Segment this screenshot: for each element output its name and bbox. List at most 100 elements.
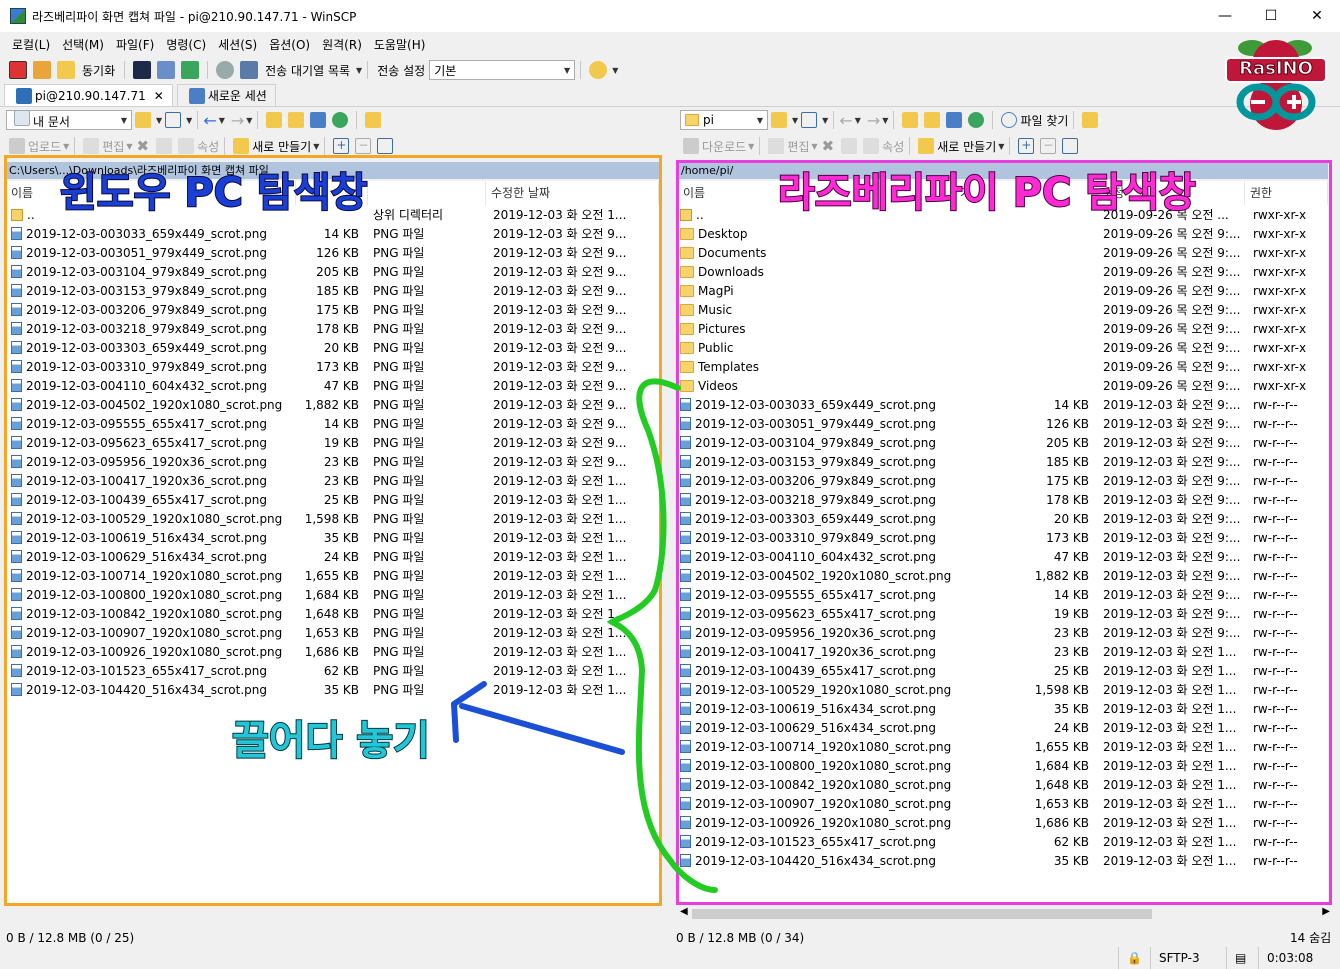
edit-button[interactable]: 편집	[102, 138, 124, 155]
tree-view-icon[interactable]	[365, 112, 382, 128]
home-icon[interactable]	[310, 112, 327, 128]
properties-button[interactable]: 속성	[882, 138, 904, 155]
chevron-down-icon[interactable]: ▼	[356, 66, 362, 75]
right-horizontal-scrollbar[interactable]: ◀ ▶	[678, 906, 1334, 922]
back-arrow-icon[interactable]: ←	[203, 111, 216, 130]
forward-arrow-icon[interactable]: →	[867, 111, 880, 130]
chevron-down-icon[interactable]: ▼	[126, 142, 132, 151]
menu-files[interactable]: 파일(F)	[110, 36, 160, 53]
toolbar-separator	[207, 61, 209, 79]
menu-mark[interactable]: 선택(M)	[56, 36, 110, 53]
right-panel-highlight	[676, 160, 1332, 905]
queue-icon[interactable]	[240, 61, 259, 79]
toolbar-separator	[893, 111, 895, 129]
chevron-down-icon[interactable]: ▼	[63, 142, 69, 151]
right-location-select[interactable]: pi ▼	[680, 110, 768, 130]
synchronize-browsing-icon[interactable]	[33, 61, 51, 79]
drag-drop-annotation: 끌어다 놓기	[231, 717, 431, 765]
upload-button[interactable]: 업로드	[28, 138, 61, 155]
chevron-down-icon[interactable]: ▼	[612, 66, 618, 75]
close-button[interactable]: ✕	[1294, 0, 1340, 32]
back-arrow-icon[interactable]: ←	[839, 111, 852, 130]
refresh-icon[interactable]	[968, 112, 985, 128]
chevron-down-icon[interactable]: ▼	[792, 116, 798, 125]
properties-icon[interactable]	[178, 138, 195, 154]
refresh-icon[interactable]	[332, 112, 349, 128]
parent-directory-icon[interactable]	[902, 112, 919, 128]
menu-session[interactable]: 세션(S)	[212, 36, 263, 53]
toolbar-separator	[833, 111, 835, 129]
new-folder-icon[interactable]	[918, 138, 935, 154]
refresh-session-icon[interactable]	[181, 61, 200, 79]
transfer-settings-select[interactable]: 기본 ▼	[429, 60, 576, 80]
menu-commands[interactable]: 명령(C)	[160, 36, 212, 53]
chevron-down-icon[interactable]: ▼	[313, 142, 319, 151]
folder-icon	[685, 114, 699, 126]
globe-icon[interactable]	[589, 61, 608, 79]
left-location-select[interactable]: 내 문서 ▼	[6, 110, 132, 130]
toolbar-separator	[1009, 137, 1011, 155]
scroll-left-icon[interactable]: ◀	[680, 906, 688, 917]
chevron-down-icon[interactable]: ▼	[219, 116, 225, 125]
synchronize-icon[interactable]	[57, 61, 75, 79]
chevron-down-icon[interactable]: ▼	[822, 116, 828, 125]
download-button[interactable]: 다운로드	[702, 138, 746, 155]
chevron-down-icon[interactable]: ▼	[748, 142, 754, 151]
rename-icon[interactable]	[156, 138, 173, 154]
tree-view-icon[interactable]	[1082, 112, 1099, 128]
chevron-down-icon[interactable]: ▼	[998, 142, 1004, 151]
properties-button[interactable]: 속성	[197, 138, 219, 155]
edit-icon[interactable]	[83, 138, 100, 154]
menu-local[interactable]: 로컬(L)	[6, 36, 56, 53]
scroll-right-icon[interactable]: ▶	[1322, 906, 1330, 917]
open-folder-icon[interactable]	[771, 112, 787, 128]
new-button[interactable]: 새로 만들기	[252, 138, 311, 155]
home-icon[interactable]	[946, 112, 963, 128]
synchronize-button[interactable]: 동기화	[82, 62, 115, 79]
root-directory-icon[interactable]	[288, 112, 305, 128]
rename-icon[interactable]	[841, 138, 858, 154]
find-files-button[interactable]: 파일 찾기	[1020, 112, 1068, 129]
gear-icon[interactable]	[216, 61, 235, 79]
edit-icon[interactable]	[768, 138, 785, 154]
chevron-down-icon[interactable]: ▼	[855, 116, 861, 125]
filter-icon[interactable]	[165, 112, 182, 128]
chevron-down-icon[interactable]: ▼	[882, 116, 888, 125]
compare-directories-icon[interactable]	[9, 61, 27, 79]
new-folder-icon[interactable]	[233, 138, 250, 154]
chevron-down-icon[interactable]: ▼	[811, 142, 817, 151]
parent-directory-icon[interactable]	[266, 112, 283, 128]
chevron-down-icon[interactable]: ▼	[186, 116, 192, 125]
left-panel-annotation: 윈도우 PC 탐색창	[59, 169, 368, 217]
chevron-down-icon[interactable]: ▼	[156, 116, 162, 125]
root-directory-icon[interactable]	[924, 112, 941, 128]
properties-icon[interactable]	[863, 138, 880, 154]
menu-options[interactable]: 옵션(O)	[263, 36, 316, 53]
delete-icon[interactable]: ✖	[822, 137, 835, 155]
filter-select-icon[interactable]	[1062, 138, 1079, 154]
filter-select-icon[interactable]	[377, 138, 394, 154]
chevron-down-icon[interactable]: ▼	[246, 116, 252, 125]
lock-icon: 🔒	[1118, 947, 1150, 969]
open-folder-icon[interactable]	[135, 112, 151, 128]
edit-button[interactable]: 편집	[787, 138, 809, 155]
close-tab-icon[interactable]: ✕	[154, 89, 164, 103]
new-button[interactable]: 새로 만들기	[937, 138, 996, 155]
download-icon[interactable]	[683, 138, 699, 154]
hidden-count[interactable]: 14 숨김	[1290, 928, 1331, 948]
find-files-icon[interactable]	[1001, 112, 1018, 128]
forward-arrow-icon[interactable]: →	[231, 111, 244, 130]
menu-remote[interactable]: 원격(R)	[316, 36, 368, 53]
scrollbar-thumb[interactable]	[692, 909, 1152, 919]
upload-icon[interactable]	[9, 138, 25, 154]
maximize-button[interactable]: ☐	[1248, 0, 1294, 32]
filter-icon[interactable]	[801, 112, 818, 128]
minimize-button[interactable]: —	[1202, 0, 1248, 32]
menu-help[interactable]: 도움말(H)	[368, 36, 432, 53]
queue-list-button[interactable]: 전송 대기열 목록	[265, 62, 350, 79]
tab-new-session[interactable]: 새로운 세션	[176, 84, 276, 106]
terminal-icon[interactable]	[133, 61, 152, 79]
delete-icon[interactable]: ✖	[137, 137, 150, 155]
putty-icon[interactable]	[157, 61, 176, 79]
tab-session[interactable]: pi@210.90.147.71 ✕	[4, 84, 173, 106]
